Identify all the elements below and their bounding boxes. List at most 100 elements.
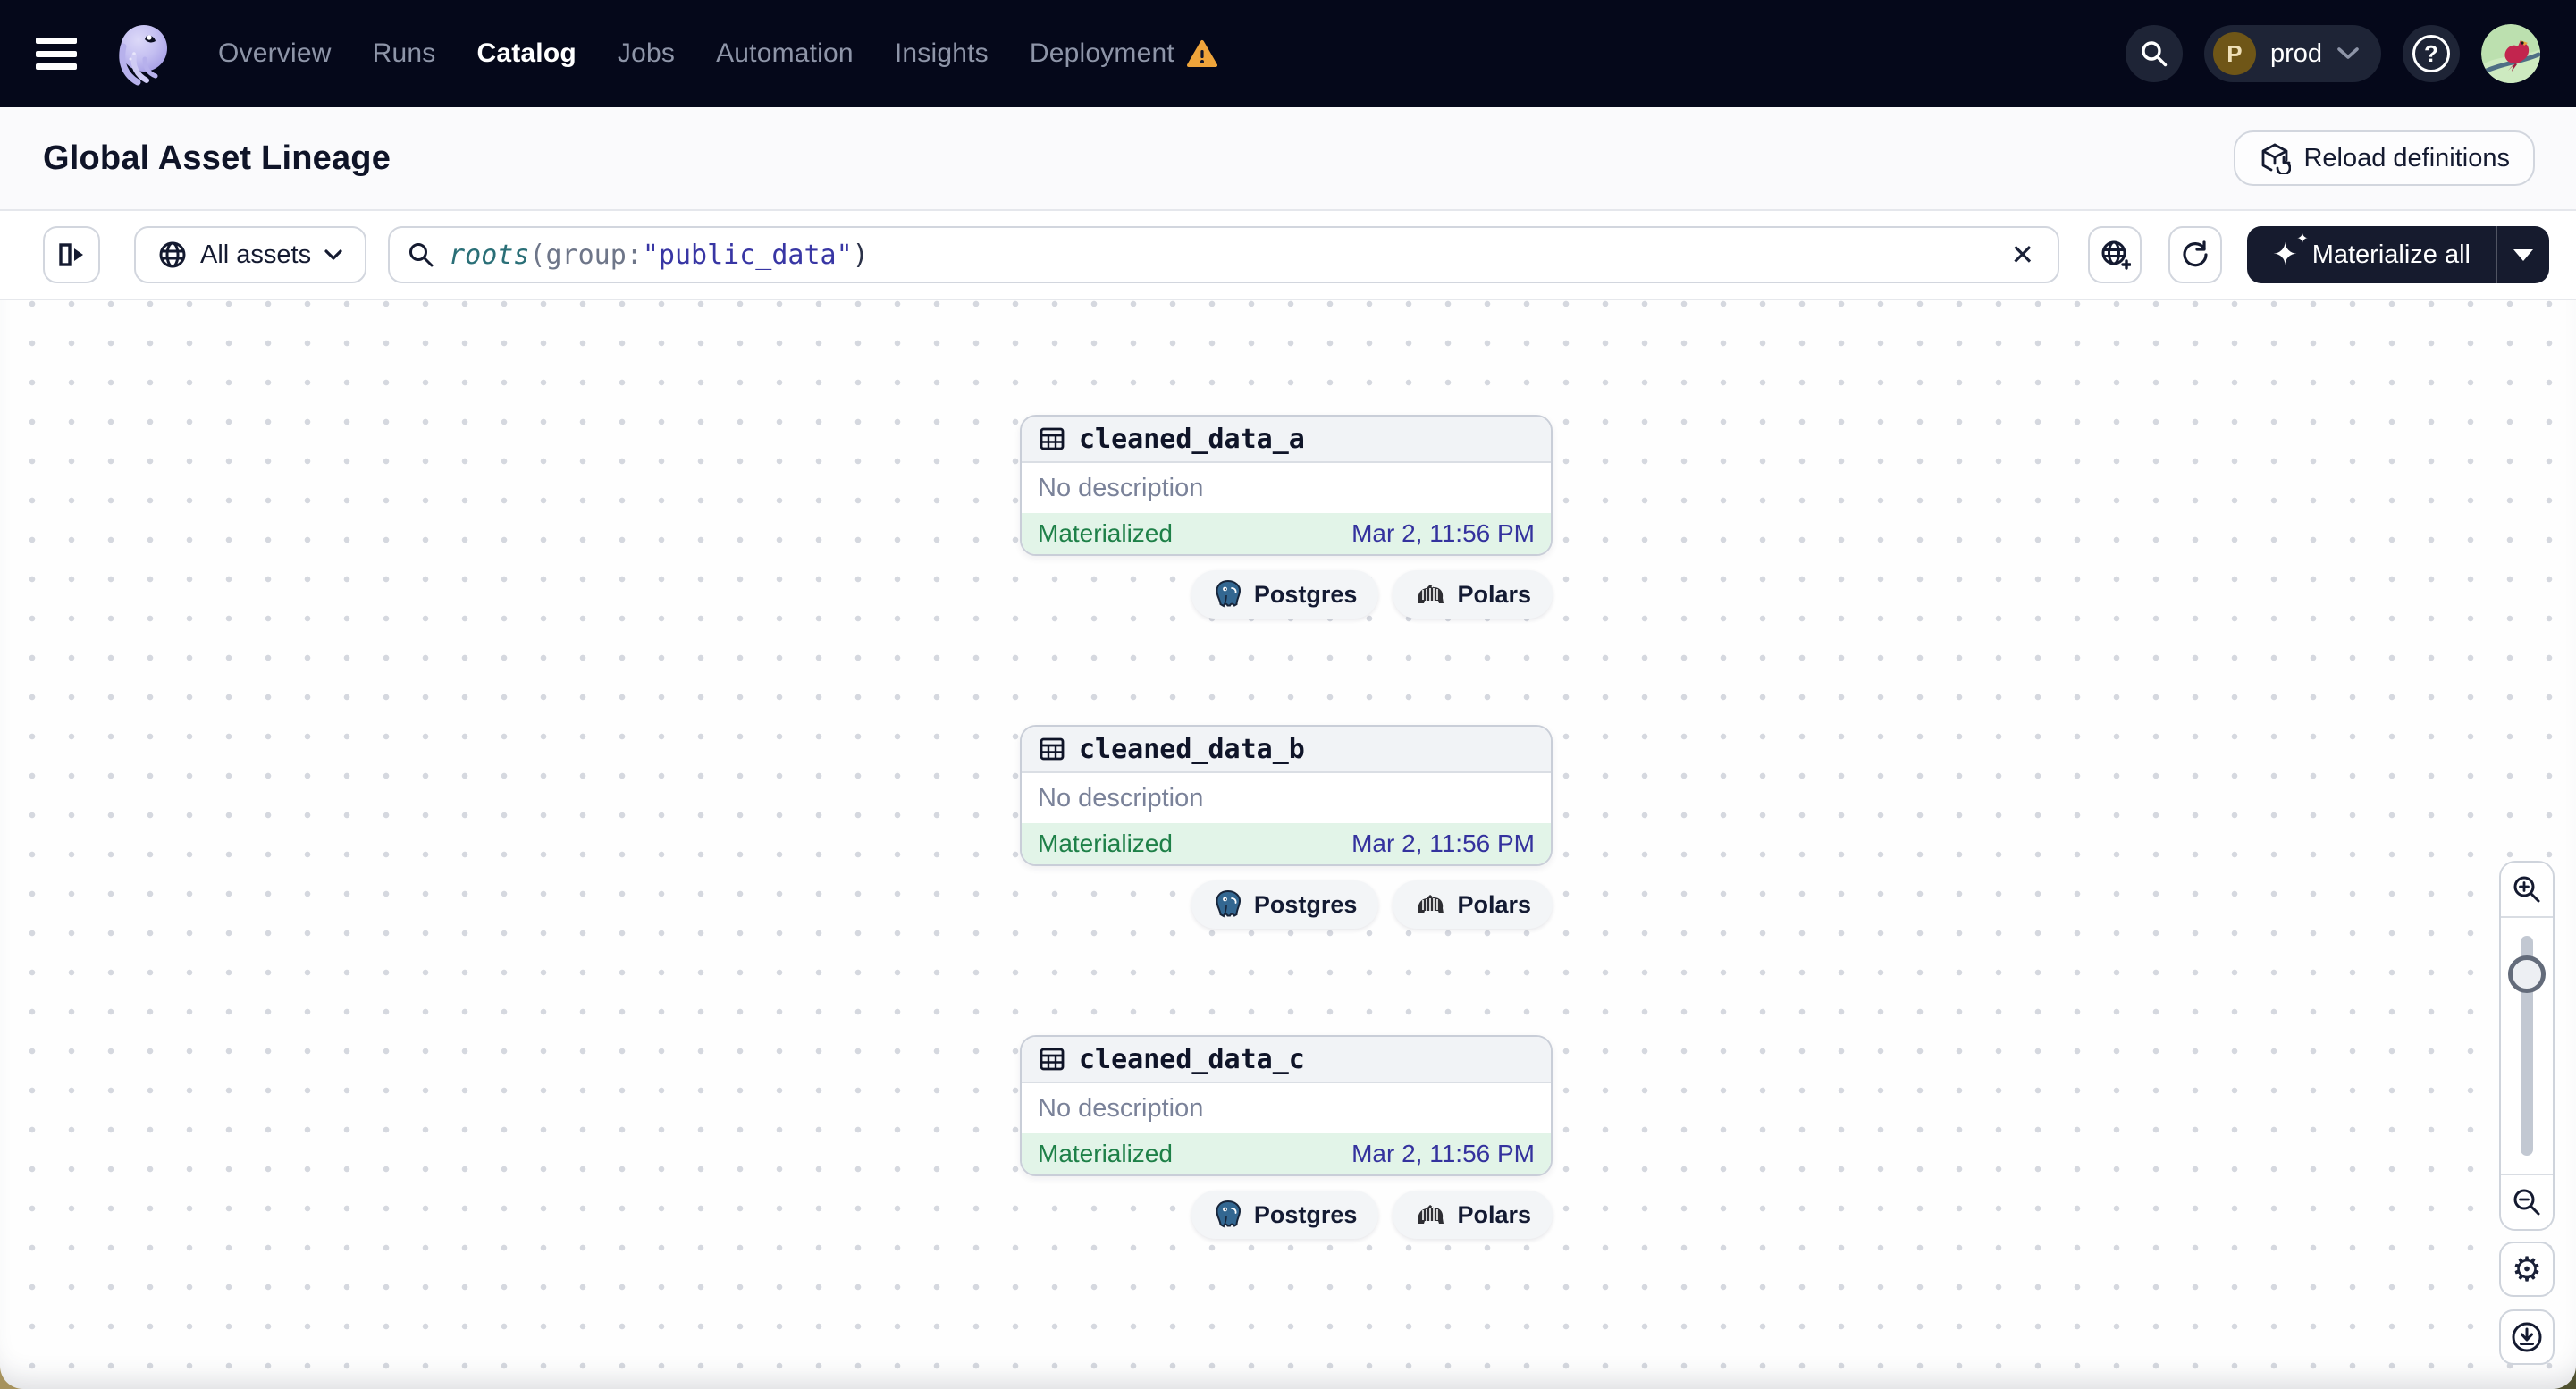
- materialize-all-label: Materialize all: [2311, 240, 2471, 269]
- asset-status-row: Materialized Mar 2, 11:56 PM: [1022, 513, 1551, 554]
- zoom-control-panel: [2499, 861, 2555, 1231]
- top-nav: Overview Runs Catalog Jobs Automation In…: [0, 0, 2576, 107]
- reload-cube-icon: [2259, 142, 2292, 174]
- page-title: Global Asset Lineage: [43, 139, 391, 177]
- dagster-app: Overview Runs Catalog Jobs Automation In…: [0, 0, 2576, 1389]
- asset-selection-query: roots(group:"public_data"): [449, 239, 869, 271]
- nav-item-insights[interactable]: Insights: [895, 38, 989, 69]
- download-image-button[interactable]: [2499, 1309, 2555, 1365]
- search-icon: [2140, 39, 2168, 68]
- asset-scope-label: All assets: [200, 240, 312, 269]
- caret-down-icon: [2513, 248, 2533, 261]
- warning-icon: [1186, 39, 1217, 68]
- materialize-all-split-button: ✦ ✦ Materialize all: [2247, 226, 2549, 283]
- hamburger-menu-icon[interactable]: [36, 38, 77, 70]
- globe-plus-icon: [2099, 239, 2132, 271]
- asset-node-header: cleaned_data_b: [1022, 727, 1551, 773]
- materialize-all-button[interactable]: ✦ ✦ Materialize all: [2247, 226, 2496, 283]
- question-icon: ?: [2412, 35, 2450, 72]
- asset-node-cleaned-data-b[interactable]: cleaned_data_b No description Materializ…: [1020, 725, 1553, 866]
- expand-panel-button[interactable]: [43, 226, 100, 283]
- asset-tag-row: Postgres Polars: [1020, 570, 1553, 619]
- zoom-out-button[interactable]: [2501, 1174, 2553, 1229]
- tag-label: Postgres: [1253, 890, 1358, 918]
- asset-node-group: cleaned_data_c No description Materializ…: [1020, 1035, 1553, 1239]
- tag-postgres[interactable]: Postgres: [1191, 570, 1379, 619]
- postgres-icon: [1213, 889, 1243, 920]
- materialization-timestamp[interactable]: Mar 2, 11:56 PM: [1351, 519, 1535, 548]
- asset-node-header: cleaned_data_a: [1022, 417, 1551, 463]
- help-button[interactable]: ?: [2403, 25, 2460, 82]
- zoom-out-icon: [2512, 1187, 2542, 1217]
- table-icon: [1038, 1045, 1066, 1073]
- user-avatar[interactable]: [2481, 24, 2540, 83]
- nav-item-catalog[interactable]: Catalog: [476, 38, 576, 69]
- global-search-button[interactable]: [2125, 25, 2183, 82]
- reload-definitions-button[interactable]: Reload definitions: [2234, 130, 2535, 186]
- lineage-canvas[interactable]: cleaned_data_a No description Materializ…: [0, 300, 2576, 1389]
- materialization-timestamp[interactable]: Mar 2, 11:56 PM: [1351, 829, 1535, 858]
- nav-item-runs[interactable]: Runs: [373, 38, 436, 69]
- asset-name: cleaned_data_b: [1079, 733, 1305, 765]
- globe-icon: [157, 240, 188, 270]
- primary-nav: Overview Runs Catalog Jobs Automation In…: [218, 38, 1217, 69]
- deployment-name: prod: [2269, 38, 2322, 68]
- nav-item-jobs[interactable]: Jobs: [618, 38, 675, 69]
- tag-polars[interactable]: Polars: [1393, 570, 1553, 619]
- postgres-icon: [1213, 579, 1243, 610]
- tag-label: Polars: [1457, 1200, 1531, 1228]
- asset-selection-input[interactable]: roots(group:"public_data") ✕: [388, 226, 2060, 283]
- asset-node-group: cleaned_data_b No description Materializ…: [1020, 725, 1553, 929]
- refresh-button[interactable]: [2168, 226, 2223, 283]
- tag-label: Postgres: [1253, 580, 1358, 608]
- chevron-down-icon: [2336, 46, 2360, 61]
- nav-item-deployment[interactable]: Deployment: [1030, 38, 1217, 69]
- asset-node-group: cleaned_data_a No description Materializ…: [1020, 415, 1553, 619]
- postgres-icon: [1213, 1200, 1243, 1230]
- dagster-logo-icon[interactable]: [107, 20, 175, 88]
- status-badge: Materialized: [1038, 519, 1173, 547]
- asset-status-row: Materialized Mar 2, 11:56 PM: [1022, 1133, 1551, 1174]
- tag-label: Polars: [1457, 890, 1531, 918]
- zoom-slider-thumb[interactable]: [2508, 955, 2546, 993]
- zoom-in-button[interactable]: [2501, 863, 2553, 918]
- reload-definitions-label: Reload definitions: [2303, 143, 2510, 173]
- deployment-switcher[interactable]: P prod: [2203, 25, 2381, 82]
- asset-tag-row: Postgres Polars: [1020, 880, 1553, 929]
- status-badge: Materialized: [1038, 829, 1173, 857]
- download-icon: [2509, 1319, 2545, 1355]
- nav-item-overview[interactable]: Overview: [218, 38, 332, 69]
- graph-settings-button[interactable]: ⚙: [2499, 1242, 2555, 1297]
- asset-tag-row: Postgres Polars: [1020, 1191, 1553, 1239]
- materialize-options-button[interactable]: [2497, 226, 2549, 283]
- asset-scope-dropdown[interactable]: All assets: [134, 226, 367, 283]
- tag-polars[interactable]: Polars: [1393, 1191, 1553, 1239]
- tag-polars[interactable]: Polars: [1393, 880, 1553, 929]
- materialization-timestamp[interactable]: Mar 2, 11:56 PM: [1351, 1140, 1535, 1168]
- asset-node-cleaned-data-a[interactable]: cleaned_data_a No description Materializ…: [1020, 415, 1553, 556]
- polars-icon: [1414, 1202, 1446, 1227]
- asset-node-header: cleaned_data_c: [1022, 1037, 1551, 1083]
- deployment-avatar: P: [2212, 32, 2256, 75]
- panel-expand-icon: [56, 240, 87, 270]
- asset-status-row: Materialized Mar 2, 11:56 PM: [1022, 823, 1551, 864]
- table-icon: [1038, 735, 1066, 763]
- tag-postgres[interactable]: Postgres: [1191, 1191, 1379, 1239]
- view-graph-scope-button[interactable]: [2088, 226, 2142, 283]
- polars-icon: [1414, 892, 1446, 917]
- tag-postgres[interactable]: Postgres: [1191, 880, 1379, 929]
- sparkles-icon: ✦ ✦: [2272, 232, 2309, 272]
- nav-item-automation[interactable]: Automation: [716, 38, 854, 69]
- table-icon: [1038, 425, 1066, 453]
- nav-item-deployment-label: Deployment: [1029, 38, 1174, 68]
- asset-description: No description: [1022, 1083, 1551, 1133]
- page-header: Global Asset Lineage Reload definitions: [0, 107, 2576, 211]
- asset-name: cleaned_data_c: [1079, 1043, 1305, 1075]
- asset-node-cleaned-data-c[interactable]: cleaned_data_c No description Materializ…: [1020, 1035, 1553, 1176]
- gear-icon: ⚙: [2511, 1250, 2543, 1289]
- clear-query-icon[interactable]: ✕: [2005, 238, 2040, 272]
- lineage-toolbar: All assets roots(group:"public_data") ✕: [0, 211, 2576, 300]
- asset-description: No description: [1022, 463, 1551, 513]
- tag-label: Polars: [1457, 580, 1531, 608]
- tag-label: Postgres: [1253, 1200, 1358, 1228]
